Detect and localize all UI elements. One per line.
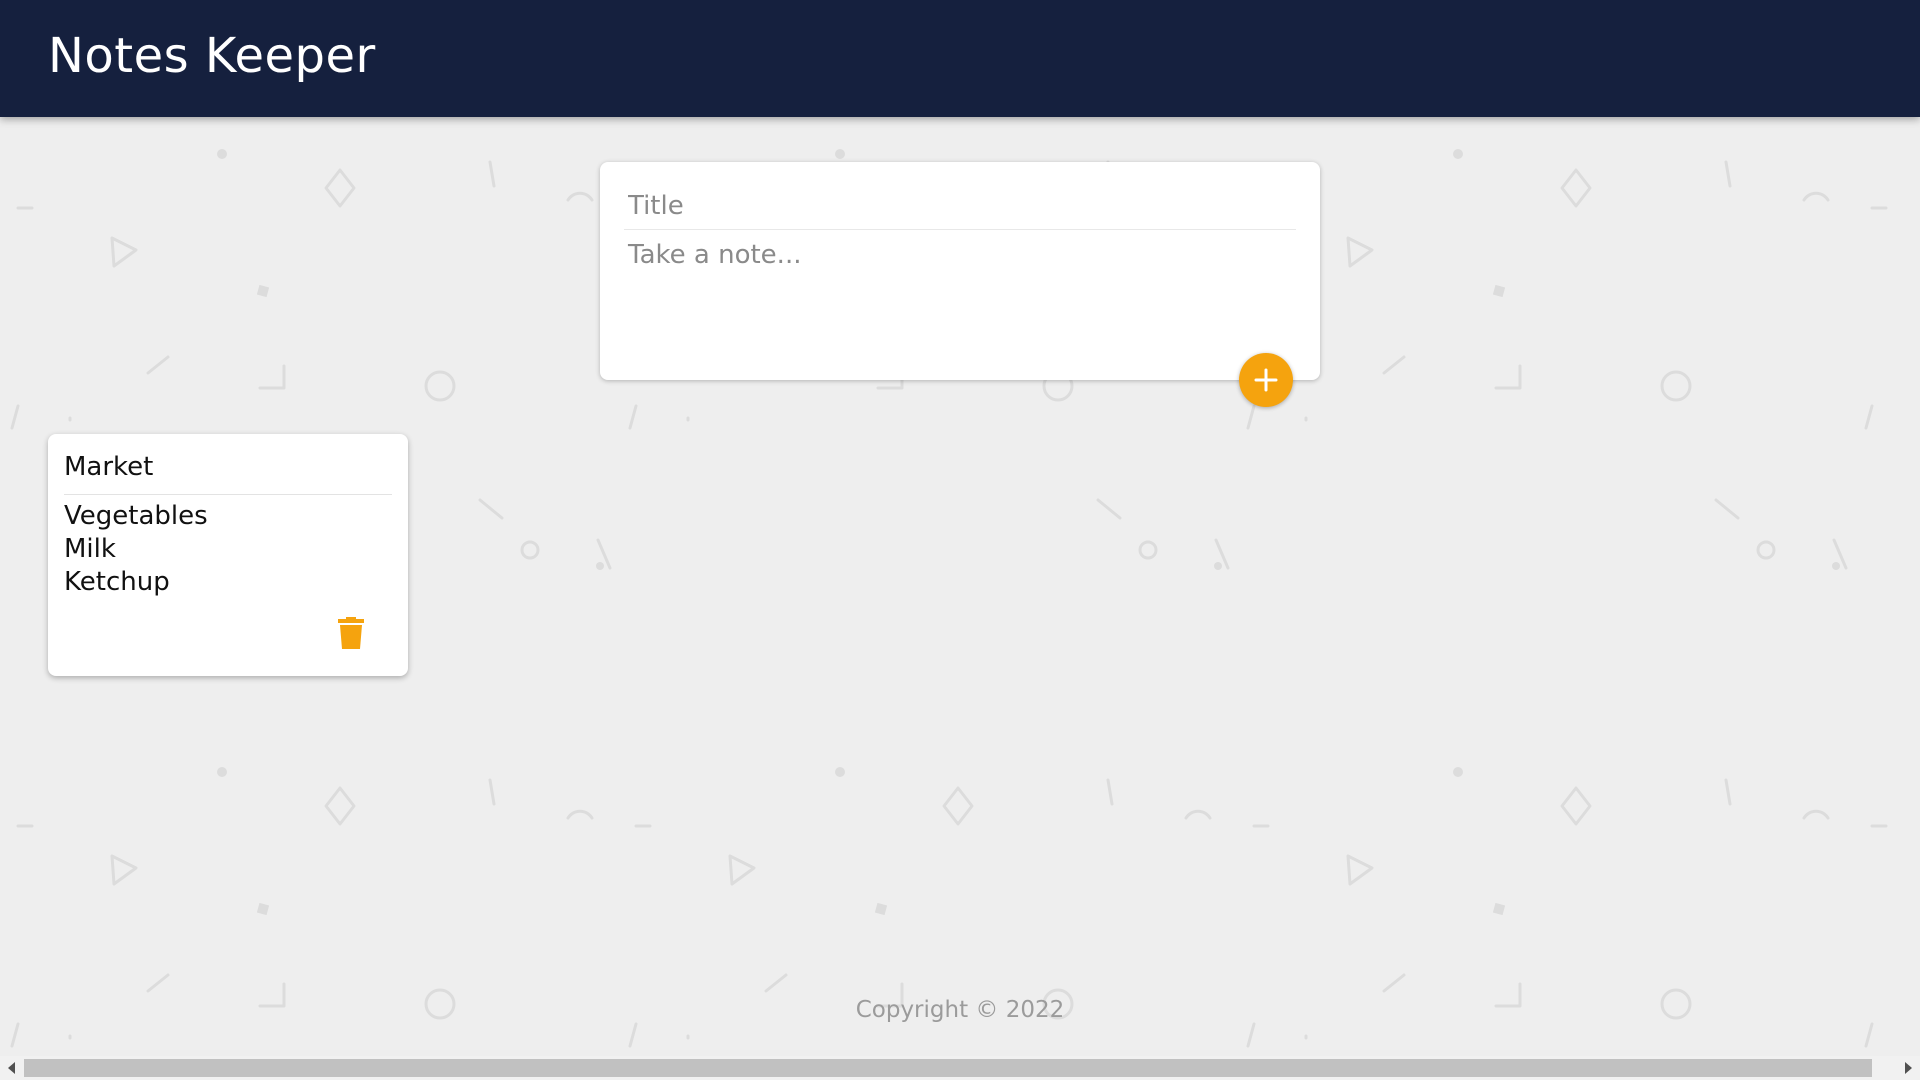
add-note-button[interactable] bbox=[1239, 353, 1293, 407]
delete-note-button[interactable] bbox=[331, 615, 371, 651]
page-footer: Copyright © 2022 bbox=[0, 993, 1920, 1029]
note-title-input[interactable] bbox=[624, 182, 1296, 230]
note-line: Milk bbox=[64, 534, 116, 564]
plus-icon bbox=[1254, 368, 1278, 392]
scrollbar-thumb[interactable] bbox=[24, 1059, 1872, 1077]
scroll-left-arrow-icon[interactable] bbox=[8, 1062, 15, 1074]
app-title: Notes Keeper bbox=[48, 28, 376, 84]
scroll-right-arrow-icon[interactable] bbox=[1905, 1062, 1912, 1074]
trash-icon bbox=[338, 617, 364, 649]
note-line: Vegetables bbox=[64, 501, 208, 531]
note-content: Vegetables Milk Ketchup bbox=[64, 500, 394, 599]
copyright-text: Copyright © 2022 bbox=[855, 997, 1065, 1023]
note-line: Ketchup bbox=[64, 567, 170, 597]
note-title: Market bbox=[64, 450, 392, 495]
create-note-form bbox=[600, 162, 1320, 380]
horizontal-scrollbar[interactable] bbox=[0, 1056, 1920, 1080]
app-header: Notes Keeper bbox=[0, 0, 1920, 117]
note-content-input[interactable] bbox=[624, 240, 1296, 350]
